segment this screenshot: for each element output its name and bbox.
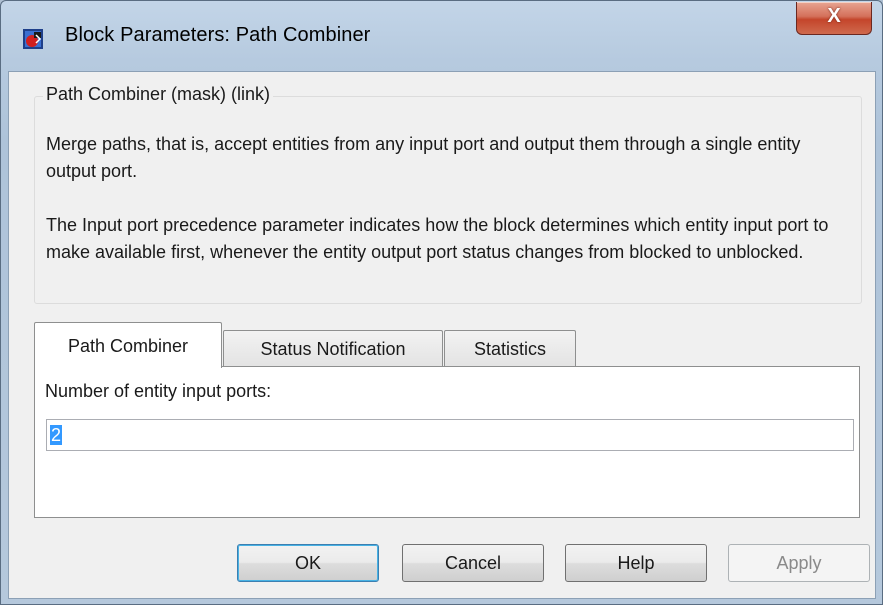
tab-path-combiner[interactable]: Path Combiner (34, 322, 222, 368)
close-icon: X (827, 5, 841, 27)
apply-button[interactable]: Apply (728, 544, 870, 582)
description-group: Path Combiner (mask) (link) Merge paths,… (34, 84, 862, 304)
group-legend: Path Combiner (mask) (link) (43, 84, 274, 105)
window-title: Block Parameters: Path Combiner (65, 24, 371, 46)
description-paragraph-2: The Input port precedence parameter indi… (46, 215, 829, 262)
simulink-block-icon (23, 29, 43, 49)
title-bar[interactable]: Block Parameters: Path Combiner X (1, 1, 882, 71)
entity-input-ports-label: Number of entity input ports: (45, 381, 272, 401)
ok-button[interactable]: OK (237, 544, 379, 582)
tab-panel: Number of entity input ports: 2 (34, 366, 860, 518)
cancel-button[interactable]: Cancel (402, 544, 544, 582)
tab-status-notification[interactable]: Status Notification (223, 330, 443, 367)
block-parameters-dialog: Block Parameters: Path Combiner X Path C… (0, 0, 883, 605)
dialog-body: Path Combiner (mask) (link) Merge paths,… (8, 71, 876, 599)
tab-strip: Path Combiner Status Notification Statis… (34, 322, 860, 368)
close-button[interactable]: X (796, 2, 872, 35)
tab-statistics[interactable]: Statistics (444, 330, 576, 367)
entity-input-ports-field[interactable]: 2 (46, 419, 854, 451)
description-text: Merge paths, that is, accept entities fr… (46, 131, 846, 293)
help-button[interactable]: Help (565, 544, 707, 582)
description-paragraph-1: Merge paths, that is, accept entities fr… (46, 134, 801, 181)
field-value-selection: 2 (50, 425, 63, 445)
